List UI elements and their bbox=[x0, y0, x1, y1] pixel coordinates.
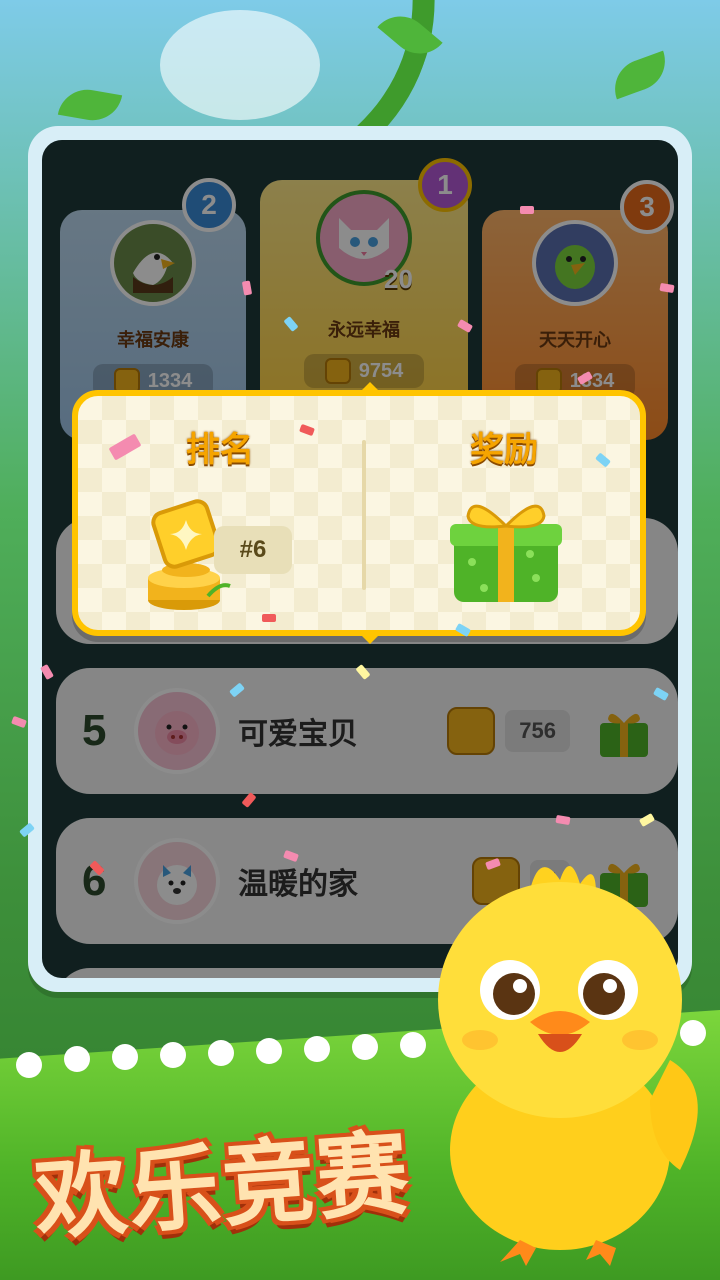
rank-value-tag: #6 bbox=[214, 526, 292, 574]
popup-divider bbox=[362, 440, 366, 590]
reward-column: 奖励 bbox=[368, 396, 640, 630]
row-score-value: 756 bbox=[505, 710, 570, 752]
podium-name-third: 天天开心 bbox=[539, 330, 611, 350]
reward-title: 奖励 bbox=[470, 431, 538, 469]
confetti-decoration bbox=[262, 614, 276, 622]
podium-name-second: 幸福安康 bbox=[117, 330, 189, 350]
dot-decoration bbox=[256, 1038, 282, 1064]
gift-icon[interactable] bbox=[594, 703, 654, 759]
medal-first-icon: 1 bbox=[418, 158, 472, 212]
block-icon bbox=[447, 707, 496, 755]
dot-decoration bbox=[304, 1036, 330, 1062]
popup-notch bbox=[358, 382, 382, 394]
row-score: 756 bbox=[447, 707, 570, 755]
podium-score-value: 9754 bbox=[358, 359, 404, 382]
puppy-avatar-icon bbox=[134, 838, 220, 924]
level-badge: 20 bbox=[384, 264, 413, 294]
block-icon bbox=[324, 358, 351, 384]
pig-avatar-icon bbox=[134, 688, 220, 774]
dot-decoration bbox=[16, 1052, 42, 1078]
chick-mascot-icon bbox=[420, 850, 710, 1270]
dot-decoration bbox=[352, 1034, 378, 1060]
eagle-avatar-icon bbox=[110, 220, 196, 306]
dot-decoration bbox=[112, 1044, 138, 1070]
dot-decoration bbox=[64, 1046, 90, 1072]
parrot-avatar-icon bbox=[532, 220, 618, 306]
row-rank: 6 bbox=[82, 856, 107, 905]
medal-third-icon: 3 bbox=[620, 180, 674, 234]
table-row[interactable]: 5 可爱宝贝 756 bbox=[56, 668, 678, 794]
gift-box-icon[interactable] bbox=[448, 488, 564, 606]
medal-second-icon: 2 bbox=[182, 178, 236, 232]
rank-column: 排名 #6 bbox=[78, 396, 362, 630]
confetti-decoration bbox=[520, 206, 534, 214]
confetti-decoration bbox=[11, 715, 27, 729]
dot-decoration bbox=[208, 1040, 234, 1066]
popup-notch bbox=[358, 632, 382, 644]
rank-reward-popup[interactable]: 排名 #6 奖励 bbox=[72, 382, 646, 644]
game-title-banner: 欢乐竞赛 bbox=[31, 1122, 414, 1251]
row-name: 可爱宝贝 bbox=[238, 718, 358, 751]
row-rank: 5 bbox=[82, 706, 107, 755]
dot-decoration bbox=[160, 1042, 186, 1068]
